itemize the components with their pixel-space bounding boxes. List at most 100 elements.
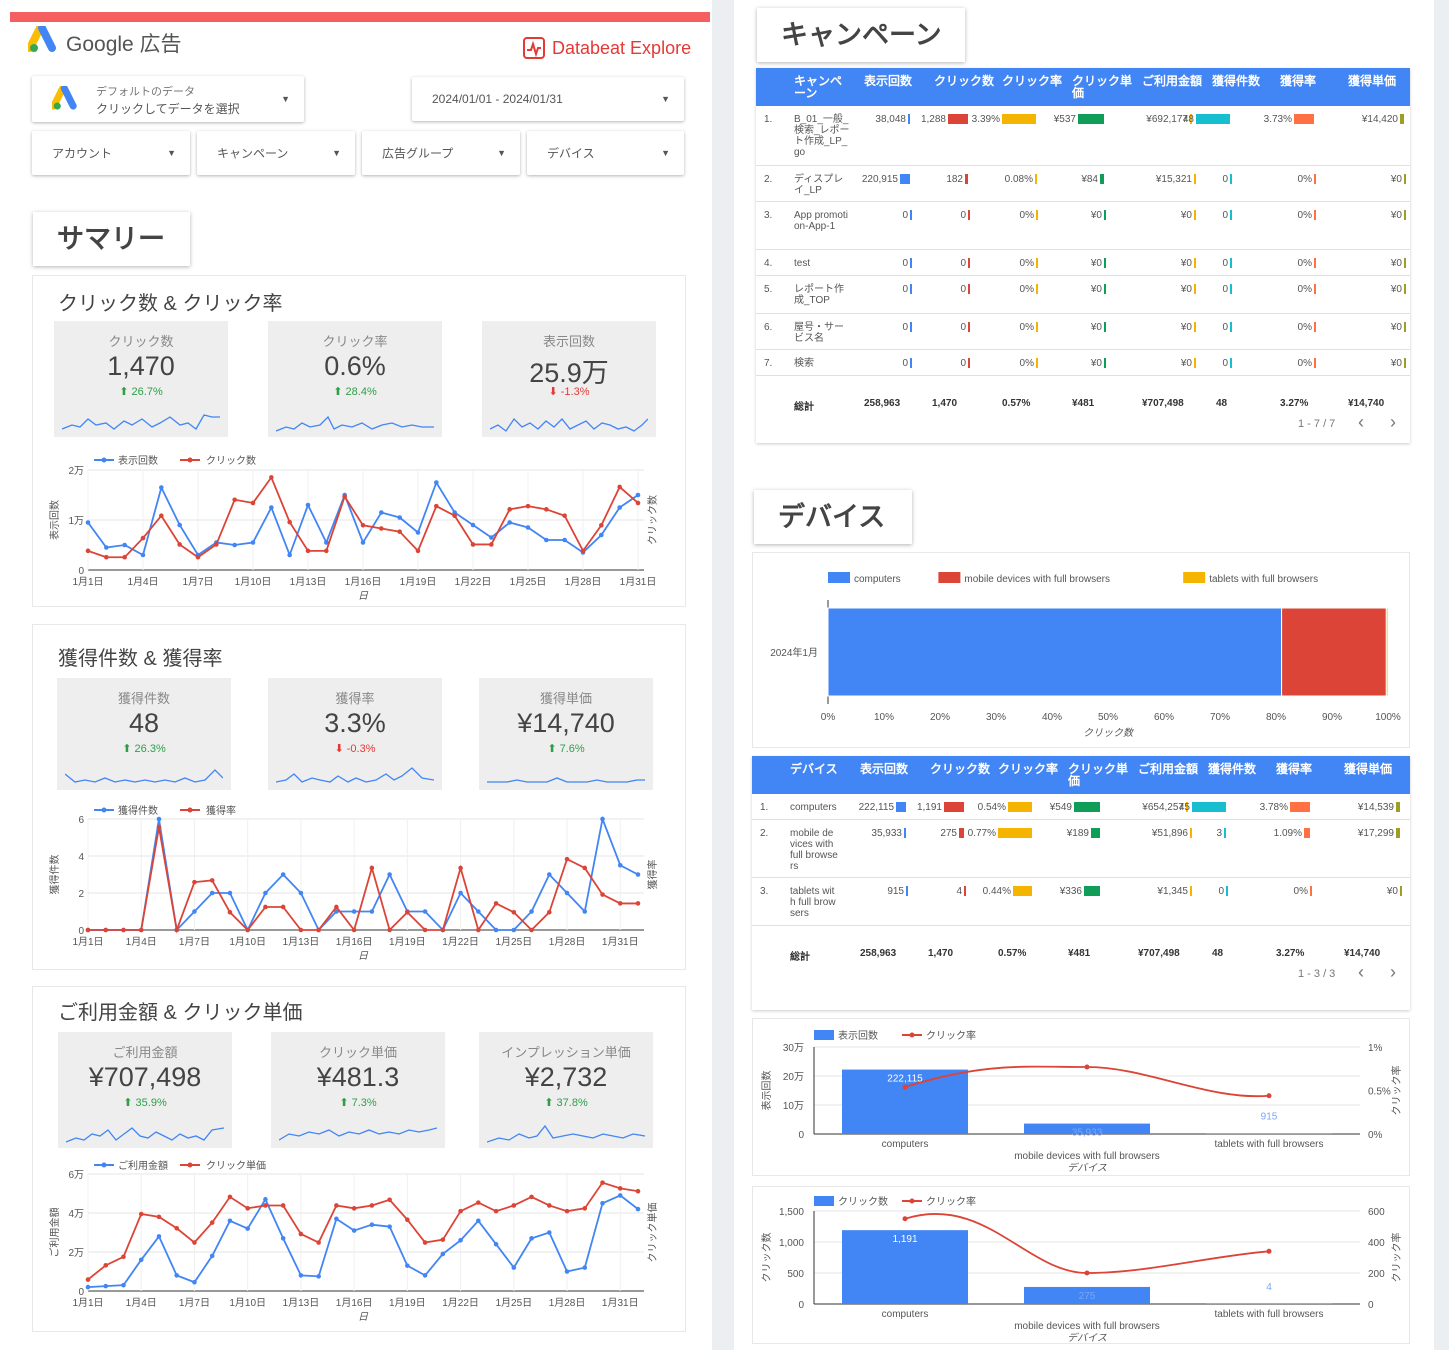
- data-point: [379, 526, 384, 531]
- data-point: [103, 1263, 109, 1268]
- table-row[interactable]: 3. tablets with full browsers 915 4 0.44% ¥33…: [752, 878, 1410, 926]
- account-filter[interactable]: アカウント ▼: [32, 131, 190, 175]
- cell-ctr: 0%: [1019, 210, 1034, 221]
- data-point: [546, 872, 552, 877]
- column-header[interactable]: 獲得単価: [1344, 763, 1404, 775]
- table-row[interactable]: 3. App promotion-App-1 0 0 0% ¥0 ¥0 0 0% ¥0: [756, 202, 1410, 250]
- table-row[interactable]: 2. ディスプレイ_LP 220,915 182 0.08% ¥84 ¥15,321 0 0% ¥…: [756, 166, 1410, 202]
- next-page-icon[interactable]: ›: [1390, 962, 1396, 983]
- chevron-down-icon: ▼: [167, 148, 176, 158]
- datasource-name: デフォルトのデータ: [96, 86, 195, 98]
- data-point: [617, 1186, 623, 1191]
- inline-bar: [1194, 322, 1196, 332]
- table-row[interactable]: 6. 屋号・サービス名 0 0 0% ¥0 ¥0 0 0% ¥0: [756, 314, 1410, 350]
- inline-bar: [910, 210, 912, 220]
- cell-cvr: 0%: [1297, 358, 1312, 369]
- cell-impr: 0: [902, 258, 908, 269]
- data-point: [159, 513, 164, 519]
- column-header[interactable]: 獲得単価: [1348, 75, 1408, 87]
- total-cost: ¥707,498: [1142, 398, 1184, 409]
- cell-cpc: ¥0: [1090, 258, 1102, 269]
- data-point: [507, 520, 512, 525]
- x-tick-label: tablets with full browsers: [1215, 1309, 1324, 1320]
- legend-label: クリック数: [206, 454, 256, 467]
- data-point: [298, 890, 304, 896]
- prev-page-icon[interactable]: ‹: [1358, 412, 1364, 433]
- cell-cvr: 0%: [1297, 322, 1312, 333]
- column-header[interactable]: クリック単価: [1068, 763, 1128, 787]
- y2-tick-label: 400: [1368, 1238, 1385, 1249]
- data-point: [582, 1265, 588, 1270]
- column-header[interactable]: 表示回数: [864, 75, 924, 87]
- column-header[interactable]: 獲得件数: [1212, 75, 1272, 87]
- legend-label: クリック数: [838, 1195, 888, 1208]
- campaign-filter[interactable]: キャンペーン ▼: [197, 131, 355, 175]
- legend-label: 表示回数: [838, 1029, 878, 1042]
- data-point: [529, 909, 534, 914]
- table-row[interactable]: 2. mobile devices with full browsers 35,93…: [752, 820, 1410, 878]
- column-header[interactable]: デバイス: [790, 763, 846, 775]
- legend-label: 獲得件数: [118, 804, 158, 817]
- inline-bar: [1230, 210, 1232, 220]
- bar-value-label: 275: [1079, 1291, 1096, 1302]
- column-header[interactable]: クリック率: [1002, 75, 1062, 87]
- column-header[interactable]: 獲得率: [1276, 763, 1336, 775]
- inline-bar: [1314, 210, 1316, 220]
- data-point: [507, 507, 512, 512]
- table-row[interactable]: 7. 検索 0 0 0% ¥0 ¥0 0 0% ¥0: [756, 350, 1410, 376]
- column-header[interactable]: クリック数: [930, 763, 990, 775]
- cell-clk: 275: [940, 828, 957, 839]
- row-name: App promotion-App-1: [794, 210, 848, 232]
- x-tick-label: 1月19日: [389, 1297, 426, 1309]
- prev-page-icon[interactable]: ‹: [1358, 962, 1364, 983]
- data-point: [635, 901, 641, 906]
- cell-clk: 0: [960, 258, 966, 269]
- x-axis-title: クリック数: [1083, 727, 1135, 739]
- column-header[interactable]: 獲得件数: [1208, 763, 1268, 775]
- data-point: [263, 890, 268, 896]
- data-point: [387, 872, 392, 877]
- kpi-impressions: 表示回数 25.9万 ⬇ -1.3%: [482, 321, 656, 437]
- column-header[interactable]: ご利用金額: [1142, 75, 1202, 87]
- sparkline: [487, 1124, 645, 1143]
- data-point: [174, 1273, 180, 1278]
- legend-marker: [187, 457, 193, 463]
- cell-impr: 220,915: [861, 174, 898, 185]
- date-range-selector[interactable]: 2024/01/01 - 2024/01/31 ▼: [412, 77, 684, 121]
- data-point: [397, 529, 402, 534]
- x-axis-title: デバイス: [1067, 1332, 1107, 1344]
- sparkline: [66, 1127, 224, 1143]
- inline-bar: [968, 284, 970, 294]
- column-header[interactable]: ご利用金額: [1138, 763, 1198, 775]
- next-page-icon[interactable]: ›: [1390, 412, 1396, 433]
- data-point: [617, 484, 622, 490]
- cell-cost: ¥654,257: [1142, 802, 1184, 813]
- cell-cost: ¥1,345: [1157, 886, 1188, 897]
- column-header[interactable]: クリック数: [934, 75, 994, 87]
- column-header[interactable]: 表示回数: [860, 763, 920, 775]
- x-tick-label: 1月10日: [235, 576, 272, 588]
- cell-clk: 0: [960, 210, 966, 221]
- data-point: [422, 927, 428, 933]
- x-tick-label: 1月25日: [495, 1297, 532, 1309]
- table-row[interactable]: 4. test 0 0 0% ¥0 ¥0 0 0% ¥0: [756, 250, 1410, 276]
- table-row[interactable]: 1. computers 222,115 1,191 0.54% ¥549 ¥654,257…: [752, 794, 1410, 820]
- datasource-selector[interactable]: デフォルトのデータ クリックしてデータを選択 ▼: [32, 76, 304, 122]
- data-point: [405, 1263, 410, 1268]
- column-header[interactable]: クリック単価: [1072, 75, 1132, 99]
- table-row[interactable]: 5. レポート作成_TOP 0 0 0% ¥0 ¥0 0 0% ¥0: [756, 276, 1410, 314]
- table-row[interactable]: 1. B_01_一般_検索_レポート作成_LP_go 38,048 1,288 3.39…: [756, 106, 1410, 166]
- device-filter[interactable]: デバイス ▼: [527, 131, 684, 175]
- adgroup-filter[interactable]: 広告グループ ▼: [362, 131, 520, 175]
- kpi-delta-value: 28.4%: [345, 386, 377, 398]
- y2-axis-title: クリック率: [1390, 1233, 1403, 1283]
- column-header[interactable]: 獲得率: [1280, 75, 1340, 87]
- data-point: [85, 1277, 91, 1282]
- data-point: [415, 530, 421, 535]
- column-header[interactable]: クリック率: [998, 763, 1058, 775]
- y2-tick-label: 600: [1368, 1207, 1385, 1218]
- cell-ctr: 3.39%: [971, 114, 1000, 125]
- column-header[interactable]: キャンペーン: [794, 75, 850, 99]
- kpi-label: クリック率: [322, 334, 388, 349]
- inline-bar: [1036, 358, 1038, 368]
